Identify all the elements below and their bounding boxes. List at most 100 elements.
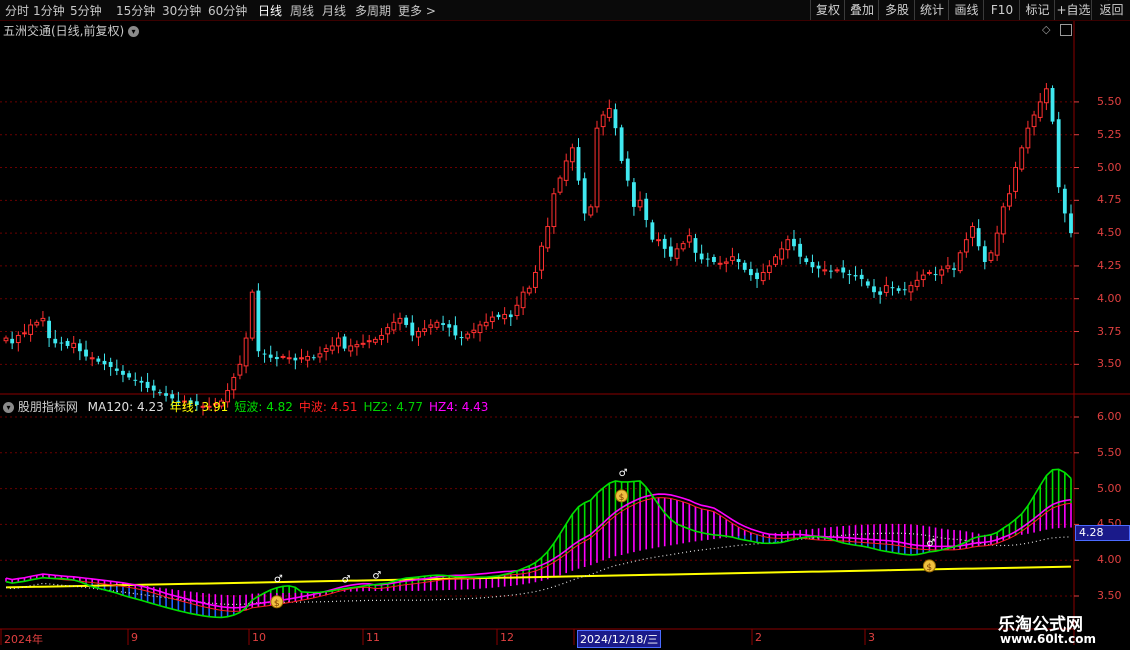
- candle-body: [483, 321, 489, 327]
- candle-body: [804, 258, 809, 262]
- candle-body: [157, 392, 162, 394]
- candle-body: [613, 109, 618, 129]
- candle-body: [102, 360, 107, 365]
- date-label-0: 2024年: [4, 633, 43, 646]
- candle-body: [447, 324, 452, 328]
- candle-body: [453, 325, 458, 336]
- candle-body: [231, 376, 237, 391]
- signal-marker-icon: ♂: [274, 574, 283, 585]
- candle-body: [121, 370, 125, 375]
- candle-body: [342, 336, 347, 349]
- candle-body: [317, 353, 323, 358]
- title-dropdown-icon[interactable]: ▾: [128, 26, 140, 37]
- chart-canvas: ♂ $ ♂ $ ♂ $ ♂ ♂ ♂: [0, 0, 1130, 645]
- candle-body: [557, 177, 563, 193]
- candle-body: [1000, 206, 1006, 235]
- current-value-tag: 4.28: [1075, 525, 1130, 541]
- candle-body: [243, 337, 249, 367]
- indicator-field-label: 年线:: [169, 400, 198, 414]
- candle-body: [274, 356, 279, 360]
- panel-toggle-icon[interactable]: [1060, 24, 1072, 36]
- candle-body: [865, 281, 870, 286]
- candle-body: [847, 274, 852, 276]
- candle-body: [459, 337, 464, 339]
- candle-body: [96, 358, 101, 362]
- candle-body: [1031, 114, 1037, 128]
- main-y-tick-label: 5.00: [1097, 160, 1122, 174]
- candle-body: [853, 275, 858, 277]
- indicator-field-label: MA120:: [87, 400, 134, 414]
- candle-body: [520, 291, 526, 309]
- signal-marker-icon: ♂: [1105, 0, 1114, 3]
- indicator-y-tick-label: 5.50: [1097, 445, 1122, 459]
- candle-body: [883, 285, 889, 293]
- moneybag-symbol: $: [619, 493, 625, 503]
- candle-body: [34, 321, 40, 326]
- watermark-url: www.60lt.com: [1000, 632, 1097, 646]
- main-y-tick-label: 3.75: [1097, 324, 1122, 338]
- candle-body: [422, 328, 428, 333]
- candle-body: [674, 248, 680, 259]
- candle-body: [632, 182, 636, 207]
- diamond-icon[interactable]: ◇: [1042, 23, 1050, 36]
- candle-body: [1069, 213, 1073, 234]
- candle-body: [1037, 101, 1043, 118]
- candle-body: [834, 269, 840, 272]
- candle-body: [859, 274, 864, 280]
- candle-body: [1013, 167, 1019, 192]
- candle-body: [145, 381, 150, 388]
- candle-body: [576, 147, 581, 181]
- candle-body: [810, 261, 815, 268]
- candle-body: [397, 317, 403, 324]
- candle-body: [280, 355, 286, 358]
- date-label-3: 11: [366, 631, 380, 644]
- indicator-y-tick-label: 5.00: [1097, 481, 1122, 495]
- candle-body: [77, 343, 82, 352]
- candle-body: [945, 265, 951, 269]
- main-y-tick-label: 4.00: [1097, 291, 1122, 305]
- candle-body: [939, 269, 945, 276]
- candle-body: [680, 243, 686, 250]
- candle-body: [785, 239, 791, 251]
- candle-body: [816, 265, 821, 269]
- candle-body: [323, 348, 329, 352]
- candle-body: [963, 239, 969, 253]
- candle-body: [902, 289, 907, 291]
- candle-body: [970, 226, 975, 238]
- candle-body: [496, 314, 501, 318]
- candle-body: [293, 357, 298, 361]
- candle-body: [151, 385, 156, 391]
- candle-body: [533, 271, 538, 288]
- candle-body: [686, 235, 692, 243]
- indicator-dropdown-icon[interactable]: ▾: [3, 402, 14, 413]
- candle-body: [434, 321, 440, 328]
- candle-body: [305, 355, 311, 361]
- candle-body: [730, 256, 735, 261]
- candle-body: [822, 269, 828, 272]
- candle-body: [976, 228, 981, 247]
- candle-body: [311, 357, 316, 359]
- candle-body: [410, 322, 415, 336]
- candle-body: [256, 290, 261, 352]
- candle-body: [798, 243, 803, 257]
- candle-body: [748, 269, 753, 276]
- indicator-field-1: 年线: 3.91: [170, 400, 229, 414]
- candle-body: [372, 338, 378, 343]
- candle-body: [40, 317, 46, 322]
- candle-body: [779, 248, 785, 260]
- date-label-2: 10: [252, 631, 266, 644]
- date-label-7: 3: [868, 631, 875, 644]
- indicator-field-2: 短波: 4.82: [234, 400, 293, 414]
- candle-body: [650, 222, 655, 240]
- candle-body: [662, 238, 667, 249]
- candle-body: [736, 259, 741, 262]
- candle-body: [637, 199, 643, 208]
- candle-body: [15, 334, 21, 344]
- candle-body: [1043, 88, 1049, 104]
- candle-body: [908, 285, 914, 293]
- candle-body: [84, 349, 88, 357]
- candle-body: [773, 256, 778, 265]
- candle-body: [360, 342, 366, 345]
- candle-body: [569, 147, 575, 163]
- candle-body: [957, 252, 963, 272]
